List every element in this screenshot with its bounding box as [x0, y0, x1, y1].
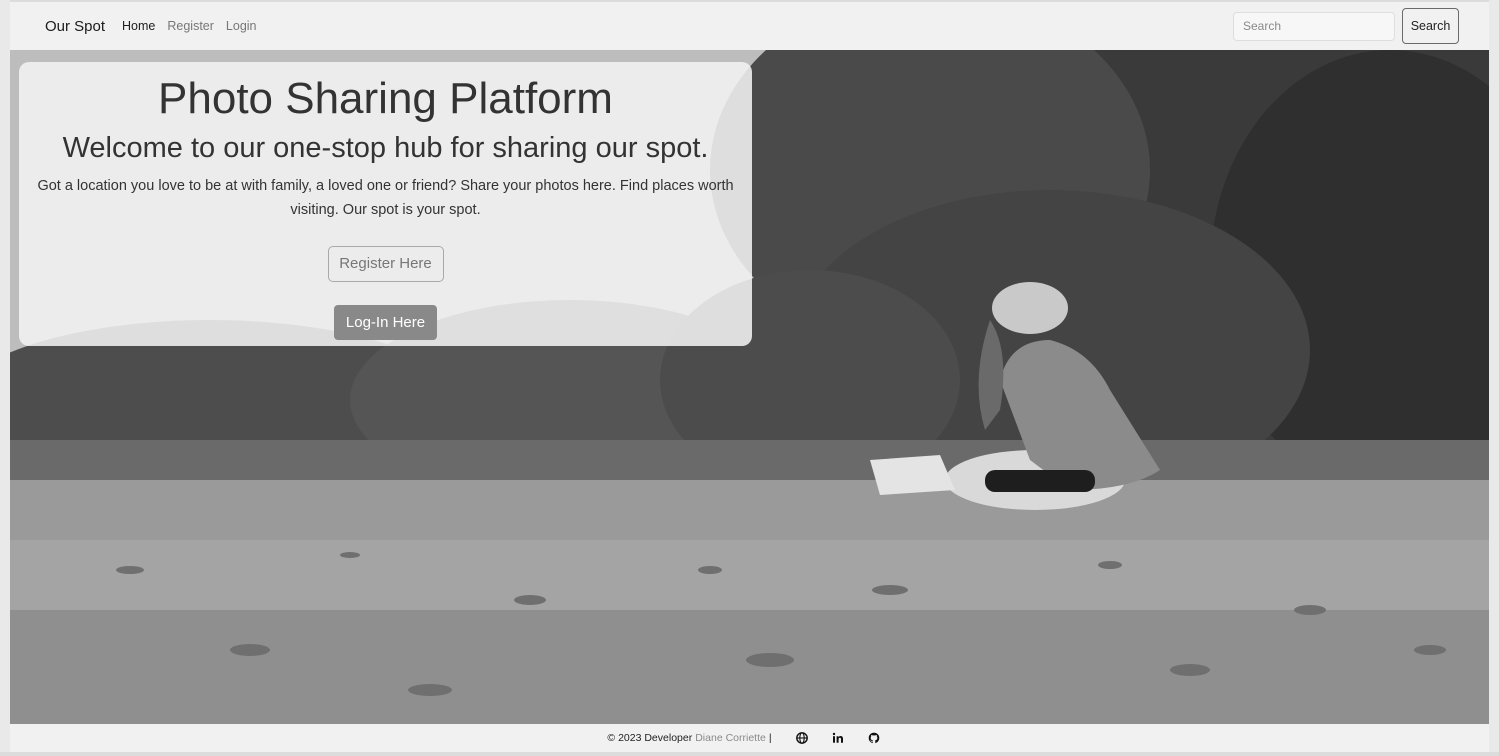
nav-link-login[interactable]: Login	[226, 19, 257, 33]
hero-card: Photo Sharing Platform Welcome to our on…	[19, 62, 752, 346]
footer-copyright: © 2023 Developer	[607, 732, 693, 744]
register-here-button[interactable]: Register Here	[327, 246, 444, 282]
nav-link-home[interactable]: Home	[122, 19, 155, 33]
hero-section: Photo Sharing Platform Welcome to our on…	[10, 50, 1489, 724]
nav-link-register[interactable]: Register	[167, 19, 214, 33]
login-here-button[interactable]: Log-In Here	[334, 305, 437, 340]
hero-title: Photo Sharing Platform	[158, 74, 613, 123]
search-input[interactable]	[1233, 11, 1395, 41]
footer: © 2023 Developer Diane Corriette |	[10, 724, 1489, 752]
hero-subtitle: Welcome to our one-stop hub for sharing …	[62, 132, 709, 164]
github-icon[interactable]	[867, 731, 881, 745]
footer-separator: |	[768, 732, 772, 744]
bottom-border	[0, 752, 1499, 756]
developer-link[interactable]: Diane Corriette	[695, 732, 766, 744]
search-button[interactable]: Search	[1402, 8, 1459, 44]
search-form: Search	[1233, 8, 1459, 44]
hero-description: Got a location you love to be at with fa…	[37, 178, 734, 218]
linkedin-icon[interactable]	[831, 731, 845, 745]
navbar: Our Spot Home Register Login Search	[10, 0, 1489, 50]
brand-link[interactable]: Our Spot	[45, 18, 105, 35]
globe-icon[interactable]	[795, 731, 809, 745]
